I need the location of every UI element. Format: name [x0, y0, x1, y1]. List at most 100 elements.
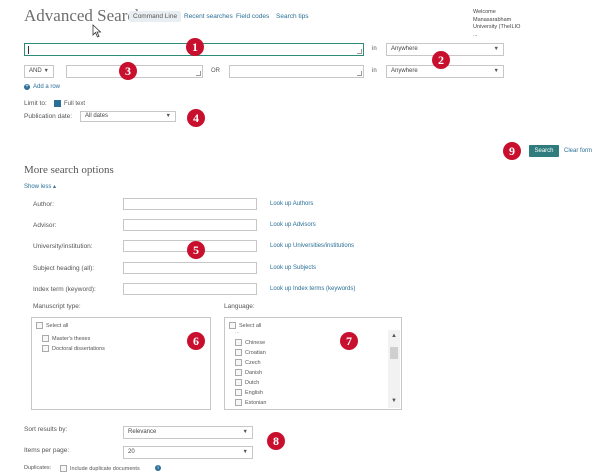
- checkbox[interactable]: [235, 389, 242, 396]
- manuscript-doctoral[interactable]: Doctoral dissertations: [42, 345, 105, 352]
- language-estonian[interactable]: Estonian: [235, 399, 266, 406]
- operator-select[interactable]: AND ▼: [24, 65, 54, 78]
- manuscript-type-list: Select all Master's theses Doctoral diss…: [31, 317, 211, 410]
- subject-input[interactable]: [123, 262, 257, 274]
- sort-value: Relevance: [128, 429, 157, 435]
- info-icon[interactable]: i: [155, 465, 161, 471]
- author-label: Author:: [33, 201, 54, 208]
- chevron-down-icon: ▼: [493, 46, 499, 52]
- lookup-universities-link[interactable]: Look up Universities/institutions: [270, 243, 354, 249]
- duplicates-option-label: Include duplicate documents: [70, 465, 140, 472]
- subject-label: Subject heading (all):: [33, 265, 95, 272]
- chevron-down-icon: ▼: [493, 68, 499, 74]
- scroll-up-icon[interactable]: ▲: [391, 333, 397, 339]
- search-button[interactable]: Search: [529, 145, 559, 157]
- advisor-label: Advisor:: [33, 222, 57, 229]
- duplicates-option[interactable]: Include duplicate documents: [60, 465, 140, 472]
- language-danish[interactable]: Danish: [235, 369, 262, 376]
- item-label: Estonian: [245, 399, 267, 406]
- pubdate-label: Publication date:: [24, 113, 73, 120]
- checkbox[interactable]: [235, 339, 242, 346]
- in-label-2: in: [372, 68, 377, 74]
- pubdate-value: All dates: [85, 113, 109, 119]
- manuscript-type-label: Manuscript type:: [33, 303, 81, 310]
- chevron-down-icon: ▼: [242, 429, 248, 435]
- language-scrollbar[interactable]: [388, 330, 400, 408]
- checkbox[interactable]: [36, 322, 43, 329]
- field-select-value: Anywhere: [391, 46, 418, 52]
- annotation-badge-4: 4: [187, 109, 205, 127]
- language-select-all[interactable]: Select all: [229, 322, 261, 329]
- tab-recent-searches[interactable]: Recent searches: [184, 13, 233, 20]
- scroll-thumb[interactable]: [390, 347, 398, 359]
- tab-search-tips[interactable]: Search tips: [276, 13, 309, 20]
- full-text-option[interactable]: Full text: [54, 100, 85, 107]
- annotation-badge-7: 7: [340, 332, 358, 350]
- index-term-label: Index term (keyword):: [33, 286, 96, 293]
- checkbox[interactable]: [235, 349, 242, 356]
- lookup-authors-link[interactable]: Look up Authors: [270, 201, 313, 207]
- manuscript-select-all[interactable]: Select all: [36, 322, 68, 329]
- chevron-down-icon: ▼: [165, 113, 171, 119]
- lookup-subjects-link[interactable]: Look up Subjects: [270, 265, 316, 271]
- checkbox[interactable]: [235, 359, 242, 366]
- author-input[interactable]: [123, 198, 257, 210]
- annotation-badge-9: 9: [503, 142, 521, 160]
- language-chinese[interactable]: Chinese: [235, 339, 265, 346]
- item-label: Doctoral dissertations: [52, 345, 105, 352]
- language-croatian[interactable]: Croatian: [235, 349, 266, 356]
- item-label: Croatian: [245, 349, 266, 356]
- checkbox[interactable]: [42, 335, 49, 342]
- lookup-index-terms-link[interactable]: Look up Index terms (keywords): [270, 286, 355, 292]
- advisor-input[interactable]: [123, 219, 257, 231]
- language-list: Select all ... Chinese Croatian Czech Da…: [224, 317, 402, 410]
- resize-handle-icon[interactable]: [357, 71, 362, 76]
- annotation-badge-3: 3: [119, 62, 137, 80]
- language-czech[interactable]: Czech: [235, 359, 261, 366]
- annotation-badge-5: 5: [187, 241, 205, 259]
- tab-command-line[interactable]: Command Line: [129, 11, 182, 22]
- scroll-down-icon[interactable]: ▼: [391, 398, 397, 404]
- mouse-cursor-icon: [92, 24, 102, 38]
- lookup-advisors-link[interactable]: Look up Advisors: [270, 222, 316, 228]
- language-dutch[interactable]: Dutch: [235, 379, 259, 386]
- checkbox[interactable]: [235, 379, 242, 386]
- checkbox[interactable]: [229, 322, 236, 329]
- items-per-page-value: 20: [128, 449, 135, 455]
- resize-handle-icon[interactable]: [357, 49, 362, 54]
- checkbox[interactable]: [235, 369, 242, 376]
- manuscript-masters[interactable]: Master's theses: [42, 335, 90, 342]
- search-input-3[interactable]: [229, 65, 364, 78]
- clear-form-link[interactable]: Clear form: [564, 148, 592, 154]
- item-label: Czech: [245, 359, 261, 366]
- full-text-label: Full text: [64, 101, 86, 108]
- page-title: Advanced Search: [24, 6, 144, 25]
- sort-select[interactable]: Relevance ▼: [123, 426, 253, 439]
- annotation-badge-1: 1: [186, 38, 204, 56]
- checkbox[interactable]: [42, 345, 49, 352]
- language-english[interactable]: English: [235, 389, 263, 396]
- duplicates-checkbox[interactable]: [60, 465, 67, 472]
- resize-handle-icon[interactable]: [196, 71, 201, 76]
- limit-to-label: Limit to:: [24, 100, 47, 107]
- item-label: Select all: [239, 322, 262, 329]
- item-label: ...: [235, 329, 240, 335]
- more-options-title: More search options: [24, 164, 114, 176]
- add-row-link[interactable]: Add a row: [33, 84, 60, 90]
- language-item: ...: [235, 329, 240, 335]
- pubdate-select[interactable]: All dates ▼: [80, 111, 176, 122]
- item-label: Danish: [245, 369, 263, 376]
- full-text-checkbox[interactable]: [54, 100, 61, 107]
- text-caret: [28, 46, 29, 54]
- items-per-page-label: Items per page:: [24, 447, 70, 454]
- tab-field-codes[interactable]: Field codes: [236, 13, 269, 20]
- checkbox[interactable]: [235, 399, 242, 406]
- add-icon[interactable]: +: [24, 84, 30, 90]
- welcome-line: Welcome: [473, 9, 496, 15]
- show-less-link[interactable]: Show less ▴: [24, 183, 56, 190]
- welcome-line: Manasarabham: [473, 16, 512, 23]
- university-label: University/institution:: [33, 243, 93, 250]
- or-label: OR: [211, 68, 220, 74]
- items-per-page-select[interactable]: 20 ▼: [123, 446, 253, 459]
- index-term-input[interactable]: [123, 283, 257, 295]
